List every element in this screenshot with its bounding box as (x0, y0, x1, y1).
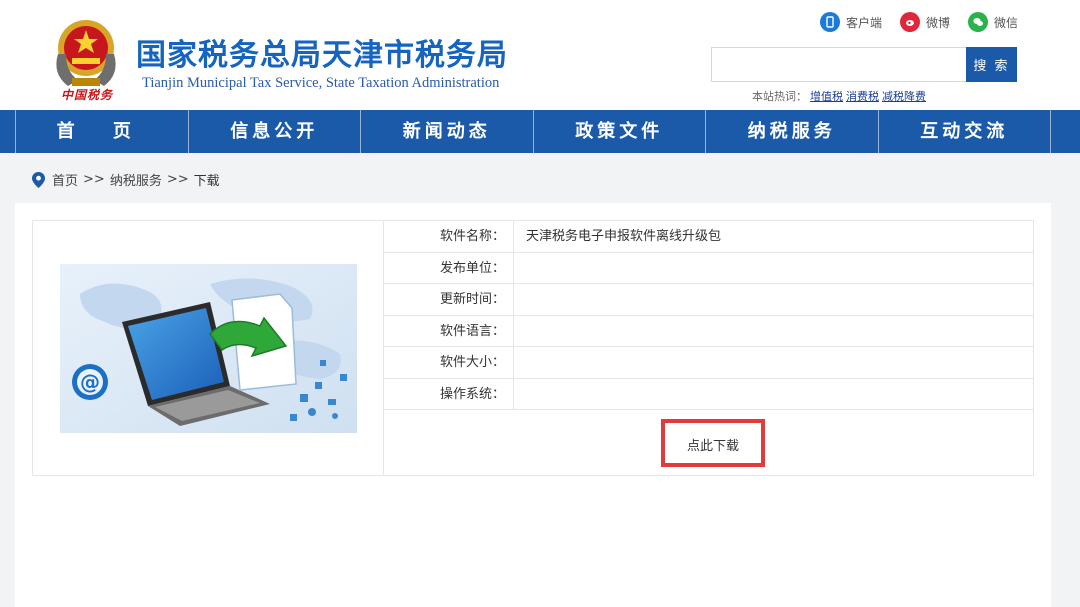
breadcrumb-separator: >> (83, 172, 105, 187)
breadcrumb-home[interactable]: 首页 (52, 170, 78, 189)
nav-item-home[interactable]: 首 页 (15, 110, 189, 153)
breadcrumb: 首页 >> 纳税服务 >> 下载 (32, 170, 220, 189)
nav-item-news[interactable]: 新闻动态 (361, 110, 534, 153)
site-subtitle: Tianjin Municipal Tax Service, State Tax… (142, 75, 500, 91)
software-info-box: @ 软件名称： 天津税务电子申报软件离线升级包 发布单位： 更新时间： 软件语言… (32, 220, 1034, 476)
table-row: 操作系统： (384, 378, 1033, 410)
publisher-value (514, 253, 526, 284)
table-row: 软件大小： (384, 347, 1033, 379)
site-header: 中国税务 国家税务总局天津市税务局 Tianjin Municipal Tax … (0, 0, 1080, 110)
location-pin-icon (32, 171, 45, 188)
nav-item-interaction[interactable]: 互动交流 (879, 110, 1051, 153)
client-link[interactable]: 客户端 (819, 12, 882, 32)
wechat-link-label: 微信 (993, 15, 1018, 30)
breadcrumb-separator: >> (166, 172, 189, 187)
download-area: 点此下载 (384, 410, 1033, 475)
size-value (514, 347, 526, 378)
software-name-value: 天津税务电子申报软件离线升级包 (526, 229, 722, 244)
update-time-label: 更新时间： (384, 284, 514, 315)
client-link-label: 客户端 (845, 15, 882, 30)
search-button[interactable]: 搜 索 (966, 47, 1017, 82)
table-row: 发布单位： (384, 252, 1033, 284)
svg-text:@: @ (80, 370, 100, 394)
os-label: 操作系统： (384, 378, 514, 409)
weibo-icon (899, 12, 920, 32)
language-label: 软件语言： (384, 315, 514, 346)
hot-word-link[interactable]: 减税降费 (882, 90, 926, 103)
search-input[interactable] (711, 47, 967, 82)
nav-item-info-disclosure[interactable]: 信息公开 (189, 110, 361, 153)
hot-words: 本站热词： 增值税 消费税 减税降费 (752, 88, 926, 104)
software-download-illustration: @ (60, 264, 357, 433)
breadcrumb-current: 下载 (193, 174, 220, 189)
nav-item-tax-service[interactable]: 纳税服务 (706, 110, 879, 153)
hot-word-link[interactable]: 增值税 (810, 90, 843, 103)
wechat-icon (967, 12, 988, 32)
software-name-label: 软件名称： (384, 221, 514, 252)
software-image-cell: @ (33, 221, 384, 475)
os-value (514, 379, 526, 410)
mobile-icon (819, 12, 840, 32)
emblem-caption: 中国税务 (60, 88, 113, 102)
nav-item-policy[interactable]: 政策文件 (534, 110, 706, 153)
top-links: 客户端 微博 微信 (819, 12, 1018, 32)
software-info-table: 软件名称： 天津税务电子申报软件离线升级包 发布单位： 更新时间： 软件语言： … (384, 221, 1033, 410)
wechat-link[interactable]: 微信 (967, 12, 1018, 32)
site-title: 国家税务总局天津市税务局 (136, 38, 508, 73)
weibo-link-label: 微博 (925, 15, 950, 30)
main-nav: 首 页 信息公开 新闻动态 政策文件 纳税服务 互动交流 (0, 110, 1080, 153)
table-row: 更新时间： (384, 284, 1033, 316)
publisher-label: 发布单位： (384, 252, 514, 283)
size-label: 软件大小： (384, 347, 514, 378)
update-time-value (514, 284, 526, 315)
hot-words-label: 本站热词： (752, 90, 807, 103)
content-panel: @ 软件名称： 天津税务电子申报软件离线升级包 发布单位： 更新时间： 软件语言… (15, 203, 1051, 607)
hot-word-link[interactable]: 消费税 (846, 90, 879, 103)
download-link[interactable]: 点此下载 (665, 423, 761, 463)
download-highlight-box: 点此下载 (661, 419, 765, 467)
table-row: 软件语言： (384, 315, 1033, 347)
breadcrumb-tax-service[interactable]: 纳税服务 (110, 170, 162, 189)
table-row: 软件名称： 天津税务电子申报软件离线升级包 (384, 221, 1033, 253)
language-value (514, 316, 526, 347)
weibo-link[interactable]: 微博 (899, 12, 950, 32)
